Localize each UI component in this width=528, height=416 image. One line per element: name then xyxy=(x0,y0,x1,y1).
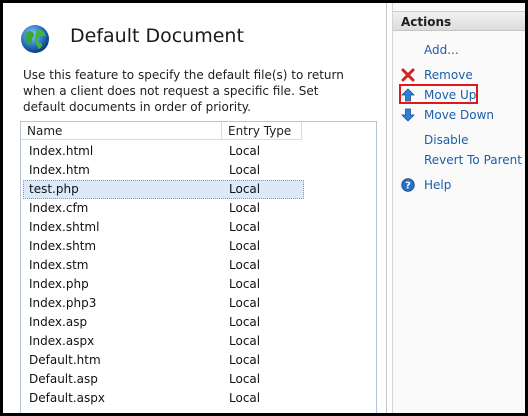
list-row[interactable]: Index.cfm Local xyxy=(21,199,376,218)
row-entry-type: Local xyxy=(229,277,261,291)
arrow-up-icon xyxy=(401,88,415,102)
move-down-action[interactable]: Move Down xyxy=(393,106,525,124)
default-document-list[interactable]: Name Entry Type Index.html Local Index.htm… xyxy=(20,121,377,413)
move-up-label[interactable]: Move Up xyxy=(424,86,476,104)
row-entry-type: Local xyxy=(229,144,261,158)
row-entry-type: Local xyxy=(229,201,261,215)
list-row[interactable]: Default.htm Local xyxy=(21,351,376,370)
row-name: Index.aspx xyxy=(29,334,95,348)
row-name: Default.aspx xyxy=(29,391,105,405)
svg-text:?: ? xyxy=(405,181,411,192)
row-entry-type: Local xyxy=(229,239,261,253)
row-entry-type: Local xyxy=(229,372,261,386)
row-entry-type: Local xyxy=(229,258,261,272)
list-row[interactable]: test.php Local xyxy=(21,180,376,199)
disable-label[interactable]: Disable xyxy=(424,131,469,149)
list-row[interactable]: Index.html Local xyxy=(21,142,376,161)
move-up-action[interactable]: Move Up xyxy=(393,84,525,104)
row-name: Default.asp xyxy=(29,372,98,386)
disable-action[interactable]: Disable xyxy=(393,131,525,149)
arrow-down-icon xyxy=(401,108,415,122)
remove-action[interactable]: Remove xyxy=(393,66,525,84)
remove-label[interactable]: Remove xyxy=(424,66,473,84)
row-name: Index.asp xyxy=(29,315,88,329)
list-row[interactable]: Index.asp Local xyxy=(21,313,376,332)
list-row[interactable]: Index.shtm Local xyxy=(21,237,376,256)
help-label[interactable]: Help xyxy=(424,176,451,194)
list-row[interactable]: Default.aspx Local xyxy=(21,389,376,408)
window: Default Document Use this feature to spe… xyxy=(3,3,525,413)
list-row[interactable]: Index.php Local xyxy=(21,275,376,294)
help-action[interactable]: ? Help xyxy=(393,176,525,194)
actions-header: Actions xyxy=(393,11,525,31)
list-row[interactable]: Index.php3 Local xyxy=(21,294,376,313)
list-row[interactable]: Default.asp Local xyxy=(21,370,376,389)
list-row[interactable]: Index.shtml Local xyxy=(21,218,376,237)
add-action[interactable]: Add... xyxy=(393,41,525,59)
row-name: Index.shtml xyxy=(29,220,100,234)
row-name: Index.shtm xyxy=(29,239,97,253)
row-name: test.php xyxy=(29,182,79,196)
globe-icon xyxy=(21,25,49,53)
actions-pane: Actions Add... Remove Move Up Move Down … xyxy=(392,3,525,413)
row-entry-type: Local xyxy=(229,220,261,234)
row-name: Index.php3 xyxy=(29,296,97,310)
row-entry-type: Local xyxy=(229,296,261,310)
list-row[interactable]: Index.stm Local xyxy=(21,256,376,275)
remove-icon xyxy=(401,68,415,82)
row-name: Default.htm xyxy=(29,353,101,367)
row-name: Index.cfm xyxy=(29,201,89,215)
default-document-pane: Default Document Use this feature to spe… xyxy=(3,3,387,413)
row-entry-type: Local xyxy=(229,334,261,348)
row-name: Index.php xyxy=(29,277,89,291)
row-entry-type: Local xyxy=(229,315,261,329)
move-down-label[interactable]: Move Down xyxy=(424,106,494,124)
revert-to-parent-action[interactable]: Revert To Parent xyxy=(393,151,525,169)
list-rows: Index.html Local Index.htm Local test.php Loc… xyxy=(21,142,376,408)
row-entry-type: Local xyxy=(229,391,261,405)
row-entry-type: Local xyxy=(229,163,261,177)
list-row[interactable]: Index.aspx Local xyxy=(21,332,376,351)
help-icon: ? xyxy=(401,178,415,192)
feature-description: Use this feature to specify the default … xyxy=(23,68,344,114)
row-name: Index.html xyxy=(29,144,94,158)
list-header: Name Entry Type xyxy=(21,122,376,140)
revert-to-parent-label[interactable]: Revert To Parent xyxy=(424,151,522,169)
column-header-name[interactable]: Name xyxy=(21,122,222,140)
column-header-entry-type[interactable]: Entry Type xyxy=(222,122,302,140)
row-entry-type: Local xyxy=(229,353,261,367)
page-title: Default Document xyxy=(70,25,244,47)
row-name: Index.htm xyxy=(29,163,90,177)
list-row[interactable]: Index.htm Local xyxy=(21,161,376,180)
row-entry-type: Local xyxy=(229,182,261,196)
row-name: Index.stm xyxy=(29,258,89,272)
add-label[interactable]: Add... xyxy=(424,41,459,59)
